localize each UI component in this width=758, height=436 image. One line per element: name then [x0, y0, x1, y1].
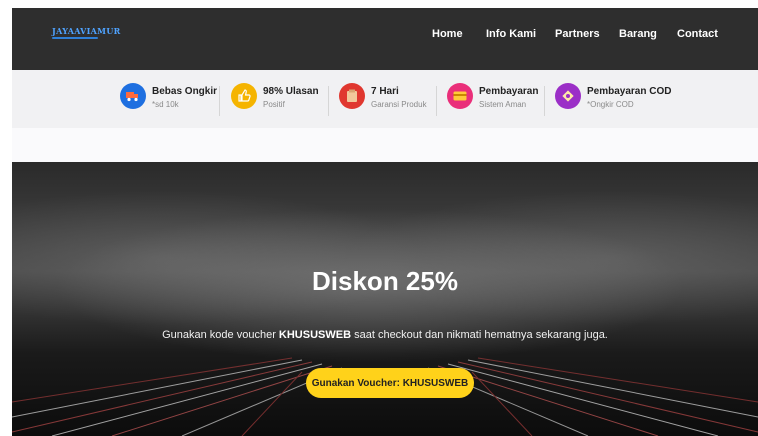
spacer-band — [12, 128, 758, 162]
cash-icon — [555, 83, 581, 109]
credit-card-icon — [447, 83, 473, 109]
divider — [328, 86, 329, 116]
voucher-code: KHUSUSWEB — [278, 329, 352, 341]
feature-title: Pembayaran COD — [587, 86, 672, 97]
hero-banner: Diskon 25% Gunakan kode voucher KHUSUSWE… — [12, 162, 758, 436]
feature-title: Pembayaran — [479, 86, 539, 97]
page-frame: JAYAAVIAMUR Home Info Kami Partners Bara… — [12, 8, 758, 436]
nav-home[interactable]: Home — [432, 28, 463, 40]
site-logo[interactable]: JAYAAVIAMUR — [52, 26, 121, 39]
navbar: JAYAAVIAMUR Home Info Kami Partners Bara… — [12, 8, 758, 70]
feature-title: Bebas Ongkir — [152, 86, 218, 97]
feature-subtitle: Garansi Produk — [371, 100, 427, 109]
feature-subtitle: Positif — [263, 100, 285, 109]
logo-text: JAYAAVIAMUR — [52, 26, 121, 36]
hero-subtitle-after: saat checkout dan nikmati hematnya sekar… — [351, 329, 608, 341]
feature-title: 7 Hari — [371, 86, 399, 97]
divider — [436, 86, 437, 116]
nav-partners[interactable]: Partners — [555, 28, 600, 40]
logo-swoosh — [52, 37, 98, 39]
divider — [544, 86, 545, 116]
nav-info-kami[interactable]: Info Kami — [486, 28, 536, 40]
hero-subtitle-before: Gunakan kode voucher — [162, 329, 279, 341]
hero-title: Diskon 25% — [312, 266, 458, 296]
divider — [219, 86, 220, 116]
feature-subtitle: *Ongkir COD — [587, 100, 634, 109]
feature-subtitle: Sistem Aman — [479, 100, 527, 109]
nav-contact[interactable]: Contact — [677, 28, 718, 40]
feature-subtitle: *sd 10k — [152, 100, 179, 109]
thumbs-up-icon — [231, 83, 257, 109]
feature-title: 98% Ulasan — [263, 86, 319, 97]
features-bar: Bebas Ongkir *sd 10k 98% Ulasan Positif … — [12, 70, 758, 128]
hero-subtitle: Gunakan kode voucher KHUSUSWEB saat chec… — [12, 329, 758, 341]
truck-icon — [120, 83, 146, 109]
box-icon — [339, 83, 365, 109]
use-voucher-button[interactable]: Gunakan Voucher: KHUSUSWEB — [306, 368, 474, 398]
nav-barang[interactable]: Barang — [619, 28, 657, 40]
